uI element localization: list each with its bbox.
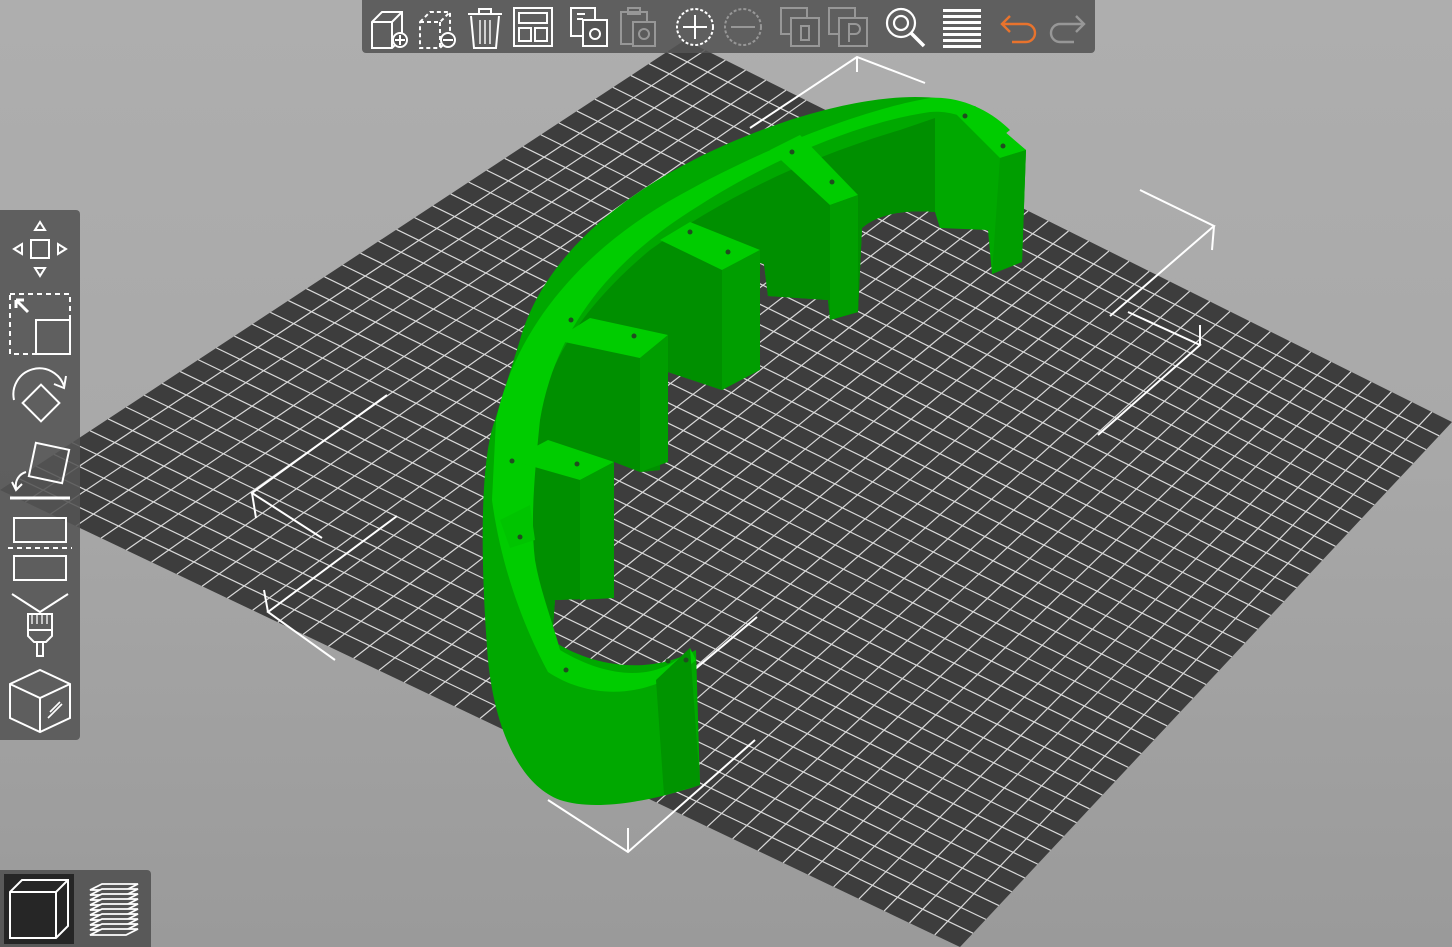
3d-view-icon[interactable]: [4, 874, 74, 944]
paste-icon: [615, 4, 661, 50]
left-toolbar: [0, 210, 80, 740]
layers-icon[interactable]: [939, 4, 985, 50]
add-instance-icon[interactable]: [672, 4, 718, 50]
add-object-icon[interactable]: [366, 4, 412, 50]
arrange-icon[interactable]: [510, 4, 556, 50]
split-objects-icon: [777, 4, 823, 50]
3d-viewport[interactable]: [0, 0, 1452, 947]
split-parts-icon: [825, 4, 871, 50]
redo-icon: [1044, 4, 1090, 50]
paint-supports-icon[interactable]: [4, 586, 76, 662]
top-toolbar: [362, 0, 1095, 53]
move-tool-icon[interactable]: [4, 214, 76, 284]
cut-tool-icon[interactable]: [4, 506, 76, 582]
view-toolbar: [0, 870, 151, 947]
search-icon[interactable]: [882, 4, 928, 50]
seam-painting-icon[interactable]: [4, 666, 76, 736]
delete-object-icon[interactable]: [414, 4, 460, 50]
undo-icon[interactable]: [996, 4, 1042, 50]
place-on-face-icon[interactable]: [4, 440, 76, 502]
scale-tool-icon[interactable]: [4, 288, 76, 360]
delete-all-icon[interactable]: [462, 4, 508, 50]
rotate-tool-icon[interactable]: [4, 364, 76, 436]
preview-layers-icon[interactable]: [76, 874, 146, 944]
copy-icon[interactable]: [567, 4, 613, 50]
remove-instance-icon: [720, 4, 766, 50]
